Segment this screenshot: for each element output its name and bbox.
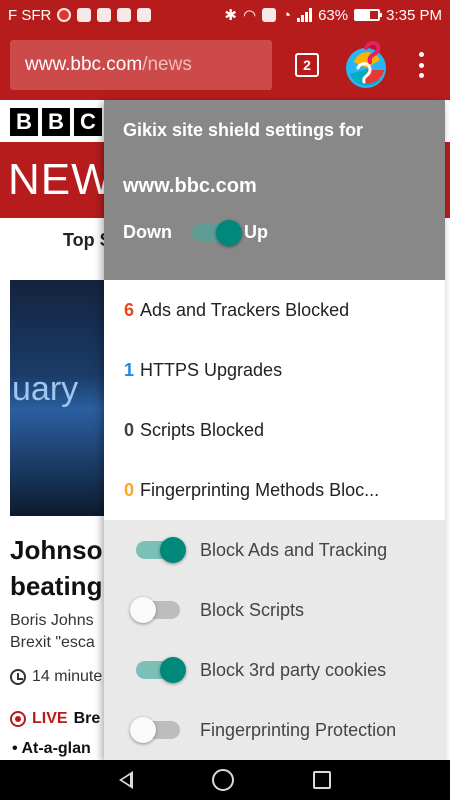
stats-list: 6 Ads and Trackers Blocked 1 HTTPS Upgra… <box>104 280 445 520</box>
toggle-label: Block Scripts <box>200 599 305 620</box>
notification-icon <box>97 8 112 22</box>
recent-apps-icon[interactable] <box>312 771 331 789</box>
stat-count: 6 <box>124 299 135 320</box>
tab-switcher-button[interactable]: 2 <box>295 53 319 77</box>
article-headline[interactable]: Johnso beating <box>10 532 102 604</box>
headline-line: Johnso <box>10 535 103 565</box>
toggle-row-block-cookies[interactable]: Block 3rd party cookies <box>104 640 445 700</box>
up-label: Up <box>244 222 268 242</box>
back-icon[interactable] <box>119 771 134 789</box>
headphones-icon: ◠ <box>242 7 257 24</box>
gikix-logo-icon[interactable] <box>340 38 392 90</box>
toggle-label: Block Ads and Tracking <box>200 539 388 560</box>
stat-count: 0 <box>124 419 135 440</box>
article-time: 14 minute <box>10 668 102 686</box>
url-host: www.bbc.com <box>25 54 143 75</box>
browser-toolbar: www.bbc.com/news 2 <box>0 30 450 100</box>
notification-icon <box>57 8 72 22</box>
toggle-row-block-scripts[interactable]: Block Scripts <box>104 580 445 640</box>
stat-https-upgrades[interactable]: 1 HTTPS Upgrades <box>104 340 445 400</box>
summary-line: Brexit "esca <box>10 634 95 651</box>
time-text: 14 minute <box>32 668 103 685</box>
stat-count: 0 <box>124 479 135 500</box>
hero-image-text: uary <box>12 370 79 408</box>
hero-image[interactable]: uary <box>10 280 110 516</box>
carrier-label: F SFR <box>8 6 52 24</box>
fingerprinting-toggle[interactable] <box>130 717 180 743</box>
toggle-row-fingerprinting[interactable]: Fingerprinting Protection <box>104 700 445 760</box>
stat-label: Fingerprinting Methods Bloc... <box>140 479 380 500</box>
stat-fingerprinting[interactable]: 0 Fingerprinting Methods Bloc... <box>104 460 445 520</box>
live-link[interactable]: LIVE Bre <box>10 710 100 728</box>
popup-domain: www.bbc.com <box>123 175 257 197</box>
toggle-label: Fingerprinting Protection <box>200 719 397 740</box>
url-bar[interactable]: www.bbc.com/news <box>10 40 272 90</box>
shields-updown-row: Down Up <box>123 219 425 246</box>
popup-title: Gikix site shield settings for <box>123 120 364 140</box>
bbc-logo[interactable]: B B C <box>10 108 102 136</box>
bbc-letter: C <box>74 108 102 136</box>
stat-ads-trackers[interactable]: 6 Ads and Trackers Blocked <box>104 280 445 340</box>
stat-label: Ads and Trackers Blocked <box>140 299 350 320</box>
notification-icon <box>77 8 92 22</box>
article-summary: Boris Johns Brexit "esca <box>10 610 95 654</box>
block-scripts-toggle[interactable] <box>130 597 180 623</box>
toggle-list: Block Ads and Tracking Block Scripts Blo… <box>104 520 445 760</box>
url-path: /news <box>142 54 192 75</box>
shields-updown-toggle[interactable] <box>192 219 242 246</box>
clock-icon <box>10 669 26 685</box>
notification-icon <box>117 8 132 22</box>
clock: 3:35 PM <box>386 6 442 24</box>
stat-scripts-blocked[interactable]: 0 Scripts Blocked <box>104 400 445 460</box>
signal-icon <box>297 8 313 22</box>
summary-line: Boris Johns <box>10 612 94 629</box>
notification-icon <box>137 8 152 22</box>
live-icon <box>10 711 26 727</box>
battery-percent: 63% <box>318 6 349 24</box>
overflow-menu-icon[interactable] <box>414 52 428 78</box>
system-nav-bar <box>0 760 450 800</box>
bullet-item[interactable]: • At-a-glan <box>12 740 91 758</box>
stat-label: Scripts Blocked <box>140 419 265 440</box>
wifi-icon: ◔ <box>282 6 292 24</box>
bluetooth-icon: ✱ <box>224 7 237 24</box>
live-label: LIVE <box>32 710 68 727</box>
nfc-icon <box>262 8 277 22</box>
bullet-text: At-a-glan <box>21 740 91 757</box>
site-shield-popup: Gikix site shield settings for www.bbc.c… <box>104 100 445 760</box>
battery-icon <box>354 9 383 21</box>
down-label: Down <box>123 222 172 242</box>
stat-label: HTTPS Upgrades <box>140 359 283 380</box>
toggle-label: Block 3rd party cookies <box>200 659 387 680</box>
block-cookies-toggle[interactable] <box>136 657 186 683</box>
toggle-row-block-ads[interactable]: Block Ads and Tracking <box>104 520 445 580</box>
tab-count: 2 <box>303 57 311 73</box>
popup-header: Gikix site shield settings for www.bbc.c… <box>104 100 445 280</box>
stat-count: 1 <box>124 359 135 380</box>
block-ads-toggle[interactable] <box>136 537 186 563</box>
headline-line: beating <box>10 571 103 601</box>
bbc-letter: B <box>10 108 38 136</box>
bbc-letter: B <box>42 108 70 136</box>
live-text: Bre <box>73 710 101 727</box>
home-icon[interactable] <box>211 769 234 791</box>
status-bar: F SFR ✱ ◠ ◔ 63% 3:35 PM <box>0 0 450 30</box>
